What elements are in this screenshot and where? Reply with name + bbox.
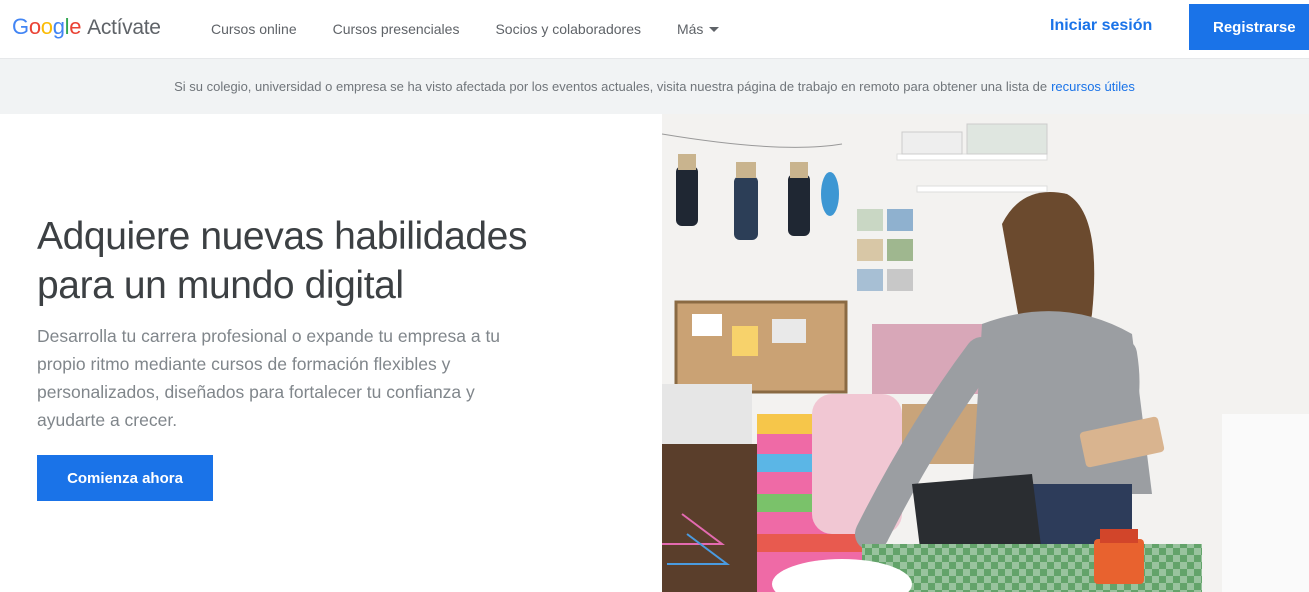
logo-letter: e — [69, 14, 82, 39]
logo-letter: o — [40, 14, 53, 39]
chevron-down-icon — [709, 26, 720, 32]
logo-letter: g — [52, 14, 65, 39]
logo-product-name: Actívate — [87, 16, 161, 39]
main-nav: Cursos online Cursos presenciales Socios… — [211, 0, 755, 58]
start-now-button[interactable]: Comienza ahora — [37, 455, 213, 501]
nav-item-socios[interactable]: Socios y colaboradores — [495, 21, 641, 37]
remote-work-banner: Si su colegio, universidad o empresa se … — [0, 58, 1309, 114]
logo-letter: G — [12, 14, 29, 39]
hero-photo — [662, 114, 1309, 592]
top-header: Google Actívate Cursos online Cursos pre… — [0, 0, 1309, 58]
banner-text: Si su colegio, universidad o empresa se … — [174, 79, 1048, 94]
hero-description: Desarrolla tu carrera profesional o expa… — [37, 326, 501, 430]
nav-item-mas-label: Más — [676, 21, 704, 37]
signin-link[interactable]: Iniciar sesión — [1050, 17, 1152, 35]
hero-title: Adquiere nuevas habilidades para un mund… — [37, 212, 617, 310]
google-activate-logo[interactable]: Google Actívate — [12, 14, 161, 44]
hero-title-line1: Adquiere nuevas habilidades — [37, 215, 528, 258]
logo-letter: o — [28, 14, 41, 39]
nav-item-cursos-presenciales[interactable]: Cursos presenciales — [333, 21, 460, 37]
hero-title-line2: para un mundo digital — [37, 264, 404, 307]
nav-item-mas[interactable]: Más — [676, 21, 720, 37]
register-button[interactable]: Registrarse — [1189, 4, 1309, 50]
banner-resources-link[interactable]: recursos útiles — [1051, 79, 1135, 94]
nav-item-cursos-online[interactable]: Cursos online — [211, 21, 297, 37]
